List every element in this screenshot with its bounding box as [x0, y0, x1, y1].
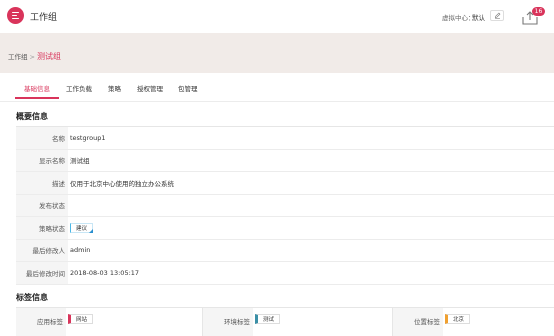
- overview-section-title: 概要信息: [16, 112, 48, 121]
- labels-section-title: 标签信息: [16, 293, 48, 302]
- row-name: 名称 testgroup1: [16, 127, 554, 150]
- row-display-name: 显示名称 测试组: [16, 149, 554, 172]
- env-label-title: 环境标签: [224, 318, 250, 326]
- location-label-title: 位置标签: [414, 318, 440, 326]
- breadcrumb-parent[interactable]: 工作组: [8, 53, 28, 61]
- row-value: 仅用于北京中心使用的独立办公系统: [70, 179, 174, 188]
- row-label: 发布状态: [39, 202, 65, 211]
- row-value: 测试组: [70, 157, 90, 166]
- tab-package-management[interactable]: 包管理: [178, 83, 198, 93]
- tab-authorization[interactable]: 授权管理: [137, 83, 163, 93]
- labels-table: 应用标签 网站 环境标签 测试 位置标签 北京: [16, 307, 554, 336]
- app-title: 工作组: [30, 13, 58, 23]
- row-value: admin: [70, 246, 91, 255]
- row-label: 名称: [52, 134, 65, 143]
- breadcrumb-band: [0, 33, 554, 73]
- row-publish-status: 发布状态: [16, 194, 554, 217]
- virtual-center-value: 默认: [472, 14, 485, 22]
- row-label: 最后修改人: [32, 247, 66, 256]
- row-value: 2018-08-03 13:05:17: [70, 268, 140, 277]
- active-tab-indicator: [15, 97, 59, 99]
- overview-table: 名称 testgroup1 显示名称 测试组 描述 仅用于北京中心使用的独立办公…: [16, 126, 554, 285]
- app-label-cell: 应用标签 网站: [16, 308, 202, 336]
- breadcrumb: 工作组 > 测试组: [8, 51, 61, 62]
- menu-logo-icon[interactable]: [7, 7, 24, 24]
- app-label-tag: 网站: [68, 314, 94, 324]
- row-label: 显示名称: [39, 157, 65, 166]
- tab-workload[interactable]: 工作负载: [66, 83, 92, 93]
- env-label-tag: 测试: [255, 314, 281, 324]
- pencil-icon: [494, 12, 500, 19]
- task-count-badge: 16: [532, 7, 545, 16]
- row-policy-status: 策略状态 建议: [16, 217, 554, 240]
- app-label-title: 应用标签: [37, 318, 63, 326]
- breadcrumb-separator: >: [29, 53, 35, 61]
- tab-basic-info[interactable]: 基础信息: [24, 83, 50, 93]
- row-description: 描述 仅用于北京中心使用的独立办公系统: [16, 172, 554, 195]
- row-label: 描述: [52, 179, 65, 188]
- policy-status-tag: 建议: [70, 222, 94, 233]
- location-label-tag: 北京: [445, 314, 471, 324]
- location-label-cell: 位置标签 北京: [392, 308, 554, 336]
- row-last-modifier: 最后修改人 admin: [16, 239, 554, 262]
- tab-policy[interactable]: 策略: [108, 83, 121, 93]
- virtual-center-label: 虚拟中心：: [442, 14, 475, 22]
- row-label: 策略状态: [39, 224, 65, 233]
- edit-virtual-center-button[interactable]: [490, 10, 504, 21]
- row-label: 最后修改时间: [26, 269, 65, 278]
- row-last-modified-time: 最后修改时间 2018-08-03 13:05:17: [16, 262, 554, 285]
- row-value: testgroup1: [70, 133, 106, 142]
- breadcrumb-current: 测试组: [36, 52, 61, 61]
- env-label-cell: 环境标签 测试: [202, 308, 393, 336]
